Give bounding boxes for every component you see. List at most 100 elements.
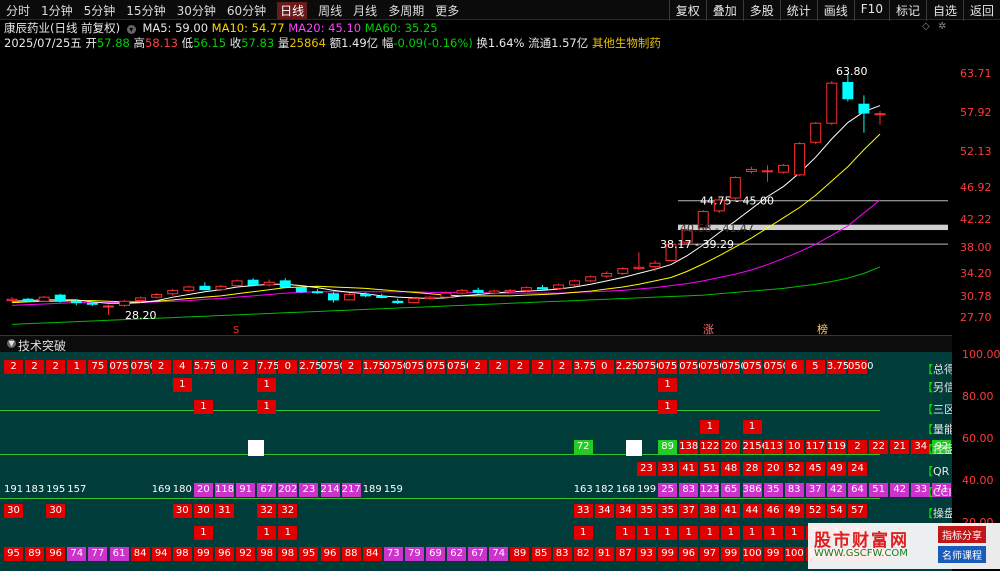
divider [0, 410, 880, 411]
stock-name: 康辰药业(日线 前复权) [4, 21, 121, 35]
toolbar-button[interactable]: F10 [853, 0, 889, 21]
candle-body [215, 285, 227, 291]
indicator-cell: 37 [679, 504, 699, 518]
price-tick: 57.92 [960, 105, 992, 119]
indicator-cell: 5 [805, 360, 825, 374]
candle-body [102, 305, 114, 308]
indicator-cell: 33 [658, 462, 678, 476]
indicator-cell: 2 [489, 360, 509, 374]
indicator-cell: 1 [278, 526, 298, 540]
candle-body [135, 297, 147, 302]
row-label-wrap: 【三区 [922, 403, 955, 416]
indicator-cell: 0750 [130, 360, 157, 374]
candle-body [472, 289, 484, 293]
indicator-cell: 62 [447, 547, 467, 561]
candle-body [70, 300, 82, 304]
candle-body [842, 81, 854, 100]
chevron-down-icon[interactable]: ▾ [126, 25, 136, 34]
indicator-cell: 98 [278, 547, 298, 561]
indicator-cell: 0750 [679, 360, 705, 374]
diamond-icon[interactable]: ◇ [922, 21, 930, 32]
indicator-cell: 30 [172, 504, 192, 518]
stock-info-line: 康辰药业(日线 前复权) ▾ MA5: 59.00 MA10: 54.77 MA… [4, 20, 438, 36]
row-label-wrap: 【操盘 [922, 507, 955, 520]
candle-body [778, 164, 790, 173]
divider [0, 498, 880, 499]
indicator-cell: 30 [4, 504, 23, 518]
indicator-cell: 52 [805, 504, 825, 518]
period-tab[interactable]: 30分钟 [177, 2, 216, 19]
toolbar-button[interactable]: 多股 [742, 0, 780, 21]
period-tab[interactable]: 更多 [435, 2, 459, 19]
period-tab[interactable]: 日线 [277, 2, 308, 19]
indicator-cell: 94 [151, 547, 171, 561]
indicator-cell: 0750 [700, 360, 726, 374]
indicator-cell: 35 [658, 504, 678, 518]
candle-body [183, 286, 195, 291]
indicator-cell: 169 [151, 484, 171, 495]
indicator-cell: 23 [299, 483, 319, 497]
settings-icon[interactable]: ✲ [938, 21, 946, 32]
indicator-cell: 93 [637, 547, 656, 561]
ma20-line [11, 199, 881, 306]
indicator-cell: 96 [46, 547, 66, 561]
indicator-cell: 95 [299, 547, 319, 561]
candle-body [167, 289, 179, 295]
toolbar-button[interactable]: 统计 [779, 0, 817, 21]
indicator-cell: 122 [700, 440, 720, 454]
indicator-cell: 1 [193, 400, 213, 414]
price-tick: 52.13 [960, 145, 992, 159]
indicator-cell: 72 [573, 440, 593, 454]
candle-body [585, 276, 597, 282]
indicator-cell: 87 [615, 547, 635, 561]
toolbar-button[interactable]: 复权 [668, 0, 706, 21]
candle-body [826, 82, 838, 124]
toolbar-button[interactable]: 画线 [816, 0, 854, 21]
indicator-cell: 25 [658, 483, 678, 497]
toolbar-button[interactable]: 叠加 [705, 0, 743, 21]
right-sidebar[interactable] [988, 40, 1000, 340]
period-tab[interactable]: 周线 [318, 2, 342, 19]
candle-body [794, 143, 806, 176]
period-tab[interactable]: 分时 [6, 2, 30, 19]
marker: S [233, 325, 239, 335]
indicator-cell: 38 [700, 504, 720, 518]
candle-body [456, 289, 468, 294]
toolbar-button[interactable]: 标记 [888, 0, 926, 21]
chevron-down-icon[interactable]: ▾ [7, 337, 16, 349]
period-tab[interactable]: 月线 [353, 2, 377, 19]
indicator-cell: 52 [784, 462, 804, 476]
indicator-cell: 74 [67, 547, 87, 561]
indicator-cell: 1.75 [362, 360, 385, 374]
period-tab[interactable]: 15分钟 [126, 2, 165, 19]
row-label-wrap: 【另信 [922, 381, 955, 394]
indicator-cell: 54 [826, 504, 846, 518]
row-label-wrap: 【CCI [922, 486, 952, 499]
candlestick-chart[interactable]: 63.80 28.20 44.75 - 45.00 40.68 - 41.47 38.1… [0, 48, 952, 335]
period-tab[interactable]: 1分钟 [41, 2, 73, 19]
indicator-cell: 2 [531, 360, 551, 374]
indicator-cell: 6 [784, 360, 804, 374]
indicator-cell: 138 [679, 440, 699, 454]
indicator-cell: 30 [46, 504, 66, 518]
signal-box [248, 440, 264, 456]
indicator-cell: 89 [658, 440, 678, 454]
indicator-cell: 49 [784, 504, 804, 518]
indicator-cell: 82 [573, 547, 593, 561]
indicator-cell: 100 [742, 547, 762, 561]
period-tab[interactable]: 60分钟 [227, 2, 266, 19]
candle-body [874, 113, 886, 116]
indicator-cell: 075 [658, 360, 678, 374]
indicator-cell: 83 [679, 483, 699, 497]
indicator-cell: 84 [130, 547, 150, 561]
period-tab[interactable]: 多周期 [388, 2, 424, 19]
candle-body [858, 103, 870, 114]
period-tab[interactable]: 5分钟 [84, 2, 116, 19]
indicator-cell: 92 [236, 547, 256, 561]
candle-body [488, 290, 500, 294]
indicator-cell: 2 [552, 360, 572, 374]
indicator-cell: 118 [215, 483, 235, 497]
indicator-cell: 075 [426, 360, 446, 374]
indicator-cell: 0750 [383, 360, 410, 374]
indicator-cell: 95 [4, 547, 23, 561]
